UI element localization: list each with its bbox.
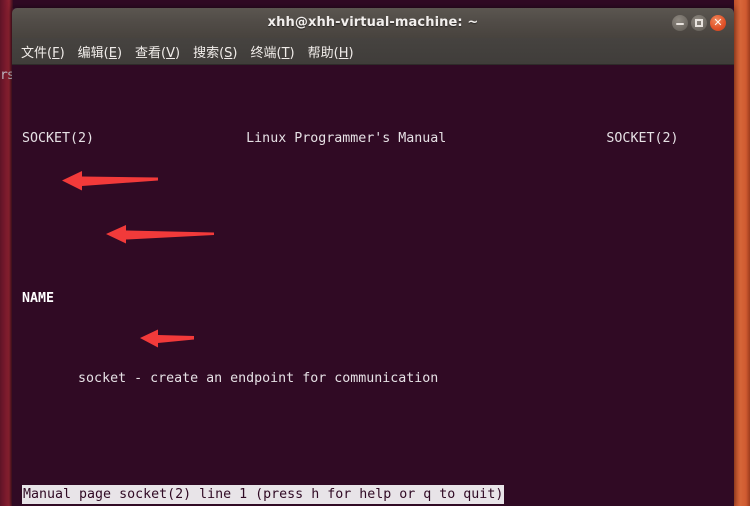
desktop-wallpaper-right — [734, 0, 750, 506]
screen: rs xhh@xhh-virtual-machine: ~ ✕ 文件(F) 编辑… — [0, 0, 750, 506]
minimize-icon — [676, 22, 684, 25]
header-gap-2 — [446, 131, 606, 146]
menu-item-edit[interactable]: 编辑(E) — [78, 42, 122, 61]
menu-item-help-accelerator: H — [338, 45, 349, 61]
menu-item-search-pre: 搜索( — [193, 45, 225, 61]
window-controls: ✕ — [672, 15, 726, 31]
menu-item-view-post: ) — [175, 45, 181, 61]
arrow-to-name — [62, 171, 158, 191]
manpage-text: SOCKET(2) Linux Programmer's Manual SOCK… — [22, 69, 734, 506]
menu-item-terminal[interactable]: 终端(T) — [251, 42, 295, 61]
menu-item-file-pre: 文件( — [21, 45, 53, 61]
menu-item-view-pre: 查看( — [135, 45, 167, 61]
arrow-to-description — [140, 329, 194, 348]
menu-item-file-accelerator: F — [52, 45, 60, 61]
menu-item-edit-accelerator: E — [108, 45, 117, 61]
terminal-content[interactable]: SOCKET(2) Linux Programmer's Manual SOCK… — [12, 65, 734, 506]
close-button[interactable]: ✕ — [710, 15, 726, 31]
manpage-header-right: SOCKET(2) — [606, 131, 679, 146]
menubar: 文件(F) 编辑(E) 查看(V) 搜索(S) 终端(T) 帮助(H) — [12, 38, 734, 65]
menu-item-search[interactable]: 搜索(S) — [193, 42, 237, 61]
name-heading-text: NAME — [22, 291, 55, 306]
menu-item-terminal-accelerator: T — [281, 45, 290, 61]
menu-item-help-pre: 帮助( — [307, 45, 339, 61]
manpage-header-line: SOCKET(2) Linux Programmer's Manual SOCK… — [22, 129, 734, 149]
name-body-text: socket - create an endpoint for communic… — [78, 371, 439, 386]
menu-item-file-post: ) — [59, 45, 65, 61]
menu-item-edit-post: ) — [116, 45, 123, 61]
menu-item-terminal-post: ) — [289, 45, 295, 61]
menu-item-view-accelerator: V — [166, 45, 175, 61]
section-heading-name: NAME — [22, 289, 734, 309]
less-status-bar: Manual page socket(2) line 1 (press h fo… — [22, 485, 505, 504]
menu-item-help[interactable]: 帮助(H) — [308, 42, 354, 61]
menu-item-search-post: ) — [232, 45, 238, 61]
window-titlebar[interactable]: xhh@xhh-virtual-machine: ~ ✕ — [12, 8, 734, 38]
menu-item-edit-pre: 编辑( — [77, 45, 109, 61]
menu-item-help-post: ) — [348, 45, 354, 61]
manpage-header-left: SOCKET(2) — [22, 131, 95, 146]
window-title: xhh@xhh-virtual-machine: ~ — [267, 15, 479, 30]
close-icon: ✕ — [713, 16, 723, 29]
minimize-button[interactable] — [672, 15, 688, 31]
menu-item-terminal-pre: 终端( — [250, 45, 282, 61]
menu-item-file[interactable]: 文件(F) — [21, 42, 65, 61]
maximize-icon — [695, 19, 703, 27]
menu-item-view[interactable]: 查看(V) — [135, 42, 180, 61]
terminal-window: xhh@xhh-virtual-machine: ~ ✕ 文件(F) 编辑(E)… — [12, 8, 734, 506]
name-body-line: socket - create an endpoint for communic… — [22, 369, 734, 389]
header-gap-1 — [94, 131, 246, 146]
maximize-button[interactable] — [691, 15, 707, 31]
arrow-to-synopsis — [106, 225, 214, 244]
name-body-indent — [22, 371, 78, 386]
manpage-header-center: Linux Programmer's Manual — [246, 131, 447, 146]
